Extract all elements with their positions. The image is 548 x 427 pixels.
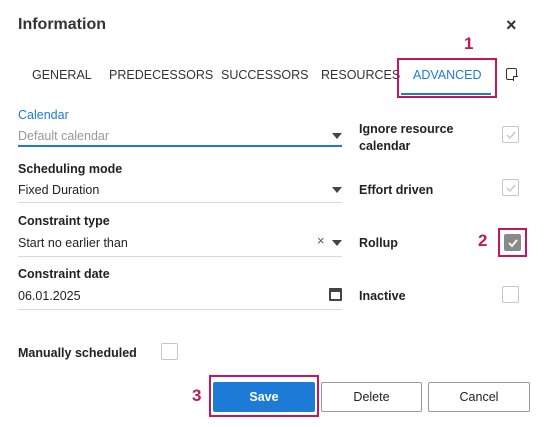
- inactive-label: Inactive: [359, 289, 406, 303]
- cancel-button[interactable]: Cancel: [428, 382, 530, 412]
- calendar-underline: [18, 145, 342, 147]
- calendar-label: Calendar: [18, 108, 69, 122]
- constraint-type-underline: [18, 256, 342, 257]
- scheduling-mode-underline: [18, 202, 342, 203]
- scheduling-mode-label: Scheduling mode: [18, 162, 123, 176]
- ignore-resource-calendar-label-line1: Ignore resource: [359, 122, 454, 136]
- constraint-type-label: Constraint type: [18, 214, 110, 228]
- constraint-type-select[interactable]: Start no earlier than: [18, 236, 128, 250]
- active-tab-indicator: [401, 93, 491, 95]
- check-icon: [506, 184, 516, 193]
- tab-advanced[interactable]: ADVANCED: [413, 68, 482, 82]
- save-button[interactable]: Save: [213, 382, 315, 412]
- tab-general[interactable]: GENERAL: [32, 68, 92, 82]
- ignore-resource-calendar-label: Ignore resource calendar: [359, 121, 453, 155]
- tab-successors[interactable]: SUCCESSORS: [221, 68, 309, 82]
- constraint-date-input[interactable]: 06.01.2025: [18, 289, 81, 303]
- manually-scheduled-label: Manually scheduled: [18, 346, 137, 360]
- scheduling-mode-select[interactable]: Fixed Duration: [18, 183, 99, 197]
- delete-button[interactable]: Delete: [321, 382, 422, 412]
- dialog-title: Information: [18, 16, 106, 33]
- constraint-type-dropdown-icon[interactable]: [332, 240, 342, 246]
- check-icon: [506, 131, 516, 140]
- tab-predecessors[interactable]: PREDECESSORS: [109, 68, 213, 82]
- notes-icon[interactable]: [506, 68, 518, 81]
- ignore-resource-calendar-label-line2: calendar: [359, 139, 411, 153]
- manually-scheduled-checkbox[interactable]: [161, 343, 178, 360]
- calendar-select[interactable]: Default calendar: [18, 129, 109, 143]
- step-marker-3: 3: [192, 386, 202, 405]
- scheduling-mode-dropdown-icon[interactable]: [332, 187, 342, 193]
- step-marker-2: 2: [478, 231, 488, 250]
- effort-driven-checkbox[interactable]: [502, 179, 519, 196]
- clear-icon[interactable]: ×: [317, 233, 325, 248]
- close-icon[interactable]: ×: [506, 15, 517, 35]
- ignore-resource-calendar-checkbox[interactable]: [502, 126, 519, 143]
- inactive-checkbox[interactable]: [502, 286, 519, 303]
- constraint-date-underline: [18, 309, 342, 310]
- check-icon: [508, 239, 518, 248]
- tab-resources[interactable]: RESOURCES: [321, 68, 400, 82]
- effort-driven-label: Effort driven: [359, 183, 434, 197]
- calendar-icon[interactable]: [329, 288, 342, 301]
- constraint-date-label: Constraint date: [18, 267, 110, 281]
- step-marker-1: 1: [464, 34, 474, 53]
- rollup-checkbox[interactable]: [504, 234, 521, 251]
- calendar-dropdown-icon[interactable]: [332, 133, 342, 139]
- rollup-label: Rollup: [359, 236, 398, 250]
